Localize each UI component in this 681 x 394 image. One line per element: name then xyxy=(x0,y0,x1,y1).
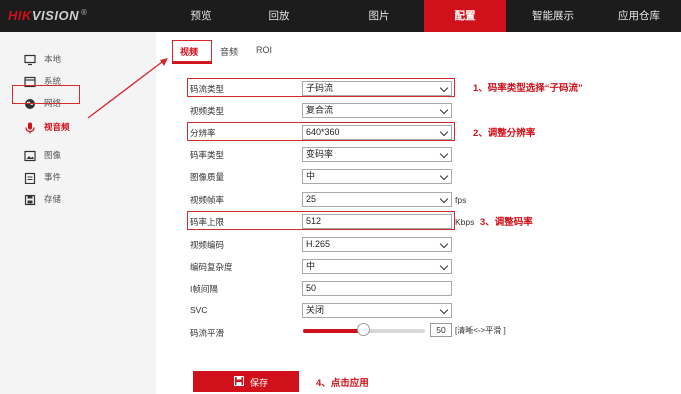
sidebar-annotation-box xyxy=(12,85,80,104)
image-quality-select[interactable]: 中 xyxy=(302,169,452,184)
nav-picture[interactable]: 图片 xyxy=(340,0,418,32)
nav-app-store[interactable]: 应用仓库 xyxy=(598,0,680,32)
video-encoding-value: H.265 xyxy=(306,239,331,249)
image-icon xyxy=(24,150,36,162)
video-encoding-select[interactable]: H.265 xyxy=(302,237,452,252)
chevron-down-icon xyxy=(439,239,449,249)
video-type-label: 视频类型 xyxy=(190,106,225,116)
bitrate-type-value: 变码率 xyxy=(306,149,334,159)
frame-rate-select[interactable]: 25 xyxy=(302,192,452,207)
i-frame-interval-input[interactable]: 50 xyxy=(302,281,452,296)
nav-smart-display[interactable]: 智能展示 xyxy=(512,0,594,32)
svc-select[interactable]: 关闭 xyxy=(302,303,452,318)
disk-icon xyxy=(24,194,36,206)
stream-type-annotation-box xyxy=(187,78,455,97)
tab-annotation-box xyxy=(172,40,212,62)
bitrate-type-label: 码率类型 xyxy=(190,150,225,160)
annotation-note-4: 4、点击应用 xyxy=(316,378,369,389)
annotation-note-1: 1、码率类型选择“子码流” xyxy=(473,83,583,94)
tab-roi[interactable]: ROI xyxy=(256,45,272,55)
image-quality-value: 中 xyxy=(306,171,316,181)
smoothing-hint: [清晰<->平滑 ] xyxy=(455,326,506,335)
sidebar-item-video-audio[interactable]: 视音频 xyxy=(0,118,156,138)
svc-value: 关闭 xyxy=(306,305,325,315)
nav-playback[interactable]: 回放 xyxy=(240,0,318,32)
bitrate-type-select[interactable]: 变码率 xyxy=(302,147,452,162)
video-type-select[interactable]: 复合流 xyxy=(302,103,452,118)
annotation-note-2: 2、调整分辨率 xyxy=(473,128,536,139)
tab-audio[interactable]: 音频 xyxy=(220,45,238,58)
sidebar-item-label: 事件 xyxy=(44,172,62,182)
sidebar-item-local[interactable]: 本地 xyxy=(0,50,156,70)
svc-label: SVC xyxy=(190,305,208,315)
chevron-down-icon xyxy=(439,305,449,315)
chevron-down-icon xyxy=(439,261,449,271)
max-bitrate-annotation-box xyxy=(187,211,455,230)
annotation-note-3: 3、调整码率 xyxy=(480,217,533,228)
chevron-down-icon xyxy=(439,171,449,181)
encoding-complexity-select[interactable]: 中 xyxy=(302,259,452,274)
frame-rate-value: 25 xyxy=(306,194,317,204)
resolution-annotation-box xyxy=(187,122,455,141)
encoding-complexity-label: 编码复杂度 xyxy=(190,262,233,272)
image-quality-label: 图像质量 xyxy=(190,172,225,182)
chevron-down-icon xyxy=(439,105,449,115)
sidebar-item-storage[interactable]: 存储 xyxy=(0,190,156,210)
smoothing-slider-handle[interactable] xyxy=(357,323,370,336)
chevron-down-icon xyxy=(439,149,449,159)
video-encoding-label: 视频编码 xyxy=(190,240,225,250)
sidebar-item-label: 存储 xyxy=(44,194,62,204)
sidebar-item-event[interactable]: 事件 xyxy=(0,168,156,188)
top-navigation-bar: HIKVISION ® 预览 回放 图片 配置 智能展示 应用仓库 xyxy=(0,0,681,32)
encoding-complexity-value: 中 xyxy=(306,261,316,271)
nav-configuration[interactable]: 配置 xyxy=(424,0,506,32)
hikvision-logo: HIKVISION ® xyxy=(8,8,88,23)
chevron-down-icon xyxy=(439,194,449,204)
save-button[interactable]: 保存 xyxy=(193,371,299,392)
i-frame-interval-label: I帧间隔 xyxy=(190,284,218,294)
microphone-icon xyxy=(25,122,35,134)
frame-rate-unit: fps xyxy=(455,195,467,205)
sidebar-item-image[interactable]: 图像 xyxy=(0,146,156,166)
smoothing-value-input[interactable]: 50 xyxy=(430,323,452,337)
save-disk-icon xyxy=(234,376,244,386)
smoothing-label: 码流平滑 xyxy=(190,328,225,338)
event-calendar-icon xyxy=(24,172,36,184)
save-button-label: 保存 xyxy=(250,378,269,388)
max-bitrate-unit: Kbps xyxy=(455,217,475,227)
monitor-icon xyxy=(24,54,36,66)
tab-active-indicator xyxy=(172,62,212,64)
video-type-value: 复合流 xyxy=(306,105,334,115)
frame-rate-label: 视频帧率 xyxy=(190,195,225,205)
sidebar-item-label: 图像 xyxy=(44,150,62,160)
sidebar-item-label: 本地 xyxy=(44,54,62,64)
nav-preview[interactable]: 预览 xyxy=(162,0,240,32)
smoothing-slider-fill xyxy=(303,329,364,333)
sidebar-item-label: 视音频 xyxy=(44,122,70,132)
